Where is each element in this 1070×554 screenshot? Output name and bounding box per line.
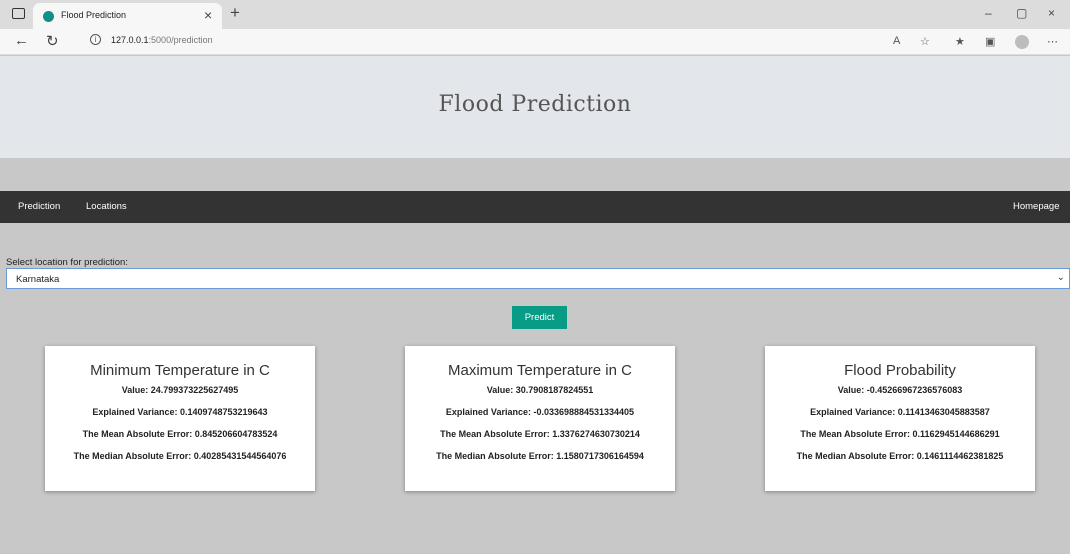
favicon-icon bbox=[43, 11, 54, 22]
card-title: Minimum Temperature in C bbox=[90, 362, 270, 379]
page-header: Flood Prediction bbox=[0, 56, 1070, 158]
card-value: Value: 24.799373225627495 bbox=[121, 385, 239, 395]
card-median-absolute-error: The Median Absolute Error: 0.40285431544… bbox=[73, 451, 287, 461]
card-mean-absolute-error: The Mean Absolute Error: 1.3376274630730… bbox=[440, 429, 640, 439]
location-select-value: Karnataka bbox=[16, 274, 60, 285]
nav-locations-link[interactable]: Locations bbox=[86, 201, 127, 212]
favorites-add-icon[interactable]: ☆ bbox=[920, 35, 930, 48]
result-card-max-temp: Maximum Temperature in C Value: 30.79081… bbox=[405, 346, 675, 491]
tab-close-icon[interactable]: × bbox=[204, 7, 212, 23]
browser-tab-bar: Flood Prediction × + – ▢ × bbox=[0, 0, 1070, 29]
card-explained-variance: Explained Variance: 0.11413463045883587 bbox=[810, 407, 990, 417]
nav-prediction-link[interactable]: Prediction bbox=[18, 201, 60, 212]
favorites-icon[interactable]: ★ bbox=[955, 35, 965, 48]
profile-avatar-icon[interactable] bbox=[1015, 35, 1029, 49]
tab-actions-icon[interactable] bbox=[12, 8, 25, 19]
refresh-icon[interactable]: ↻ bbox=[46, 32, 59, 50]
card-mean-absolute-error: The Mean Absolute Error: 0.8452066047835… bbox=[82, 429, 278, 439]
more-menu-icon[interactable]: ⋯ bbox=[1047, 35, 1058, 48]
address-bar: ← ↻ i 127.0.0.1:5000/prediction A ☆ ★ ▣ … bbox=[0, 29, 1070, 55]
chevron-down-icon: ⌄ bbox=[1056, 272, 1065, 283]
result-card-flood-probability: Flood Probability Value: -0.452669672365… bbox=[765, 346, 1035, 491]
info-icon[interactable]: i bbox=[90, 34, 101, 45]
card-title: Flood Probability bbox=[844, 362, 956, 379]
predict-button[interactable]: Predict bbox=[512, 306, 567, 329]
card-value: Value: 30.7908187824551 bbox=[486, 385, 594, 395]
nav-homepage-link[interactable]: Homepage bbox=[1013, 201, 1059, 212]
collections-icon[interactable]: ▣ bbox=[985, 35, 995, 48]
new-tab-button[interactable]: + bbox=[230, 3, 240, 23]
browser-tab[interactable]: Flood Prediction × bbox=[33, 3, 222, 29]
close-window-button[interactable]: × bbox=[1048, 6, 1055, 20]
result-card-min-temp: Minimum Temperature in C Value: 24.79937… bbox=[45, 346, 315, 491]
restore-button[interactable]: ▢ bbox=[1016, 6, 1027, 20]
url-text: 127.0.0.1:5000/prediction bbox=[111, 35, 213, 45]
navbar: Prediction Locations Homepage bbox=[0, 191, 1070, 223]
minimize-button[interactable]: – bbox=[985, 6, 992, 20]
card-median-absolute-error: The Median Absolute Error: 1.15807173061… bbox=[436, 451, 644, 461]
tab-title: Flood Prediction bbox=[61, 10, 127, 20]
card-title: Maximum Temperature in C bbox=[448, 362, 632, 379]
card-mean-absolute-error: The Mean Absolute Error: 0.1162945144686… bbox=[800, 429, 1000, 439]
page-title: Flood Prediction bbox=[438, 92, 632, 117]
url-host: 127.0.0.1 bbox=[111, 35, 149, 45]
card-explained-variance: Explained Variance: 0.1409748753219643 bbox=[92, 407, 268, 417]
location-select-label: Select location for prediction: bbox=[6, 257, 128, 268]
back-arrow-icon[interactable]: ← bbox=[14, 32, 29, 49]
card-value: Value: -0.45266967236576083 bbox=[837, 385, 963, 395]
url-path: :5000/prediction bbox=[148, 35, 213, 45]
card-explained-variance: Explained Variance: -0.03369888453133440… bbox=[445, 407, 635, 417]
page-content: Flood Prediction Prediction Locations Ho… bbox=[0, 56, 1070, 554]
url-field[interactable]: i 127.0.0.1:5000/prediction bbox=[80, 32, 880, 52]
location-select[interactable]: Karnataka ⌄ bbox=[6, 268, 1070, 289]
read-aloud-icon[interactable]: A bbox=[893, 35, 900, 47]
card-median-absolute-error: The Median Absolute Error: 0.14611144623… bbox=[796, 451, 1004, 461]
